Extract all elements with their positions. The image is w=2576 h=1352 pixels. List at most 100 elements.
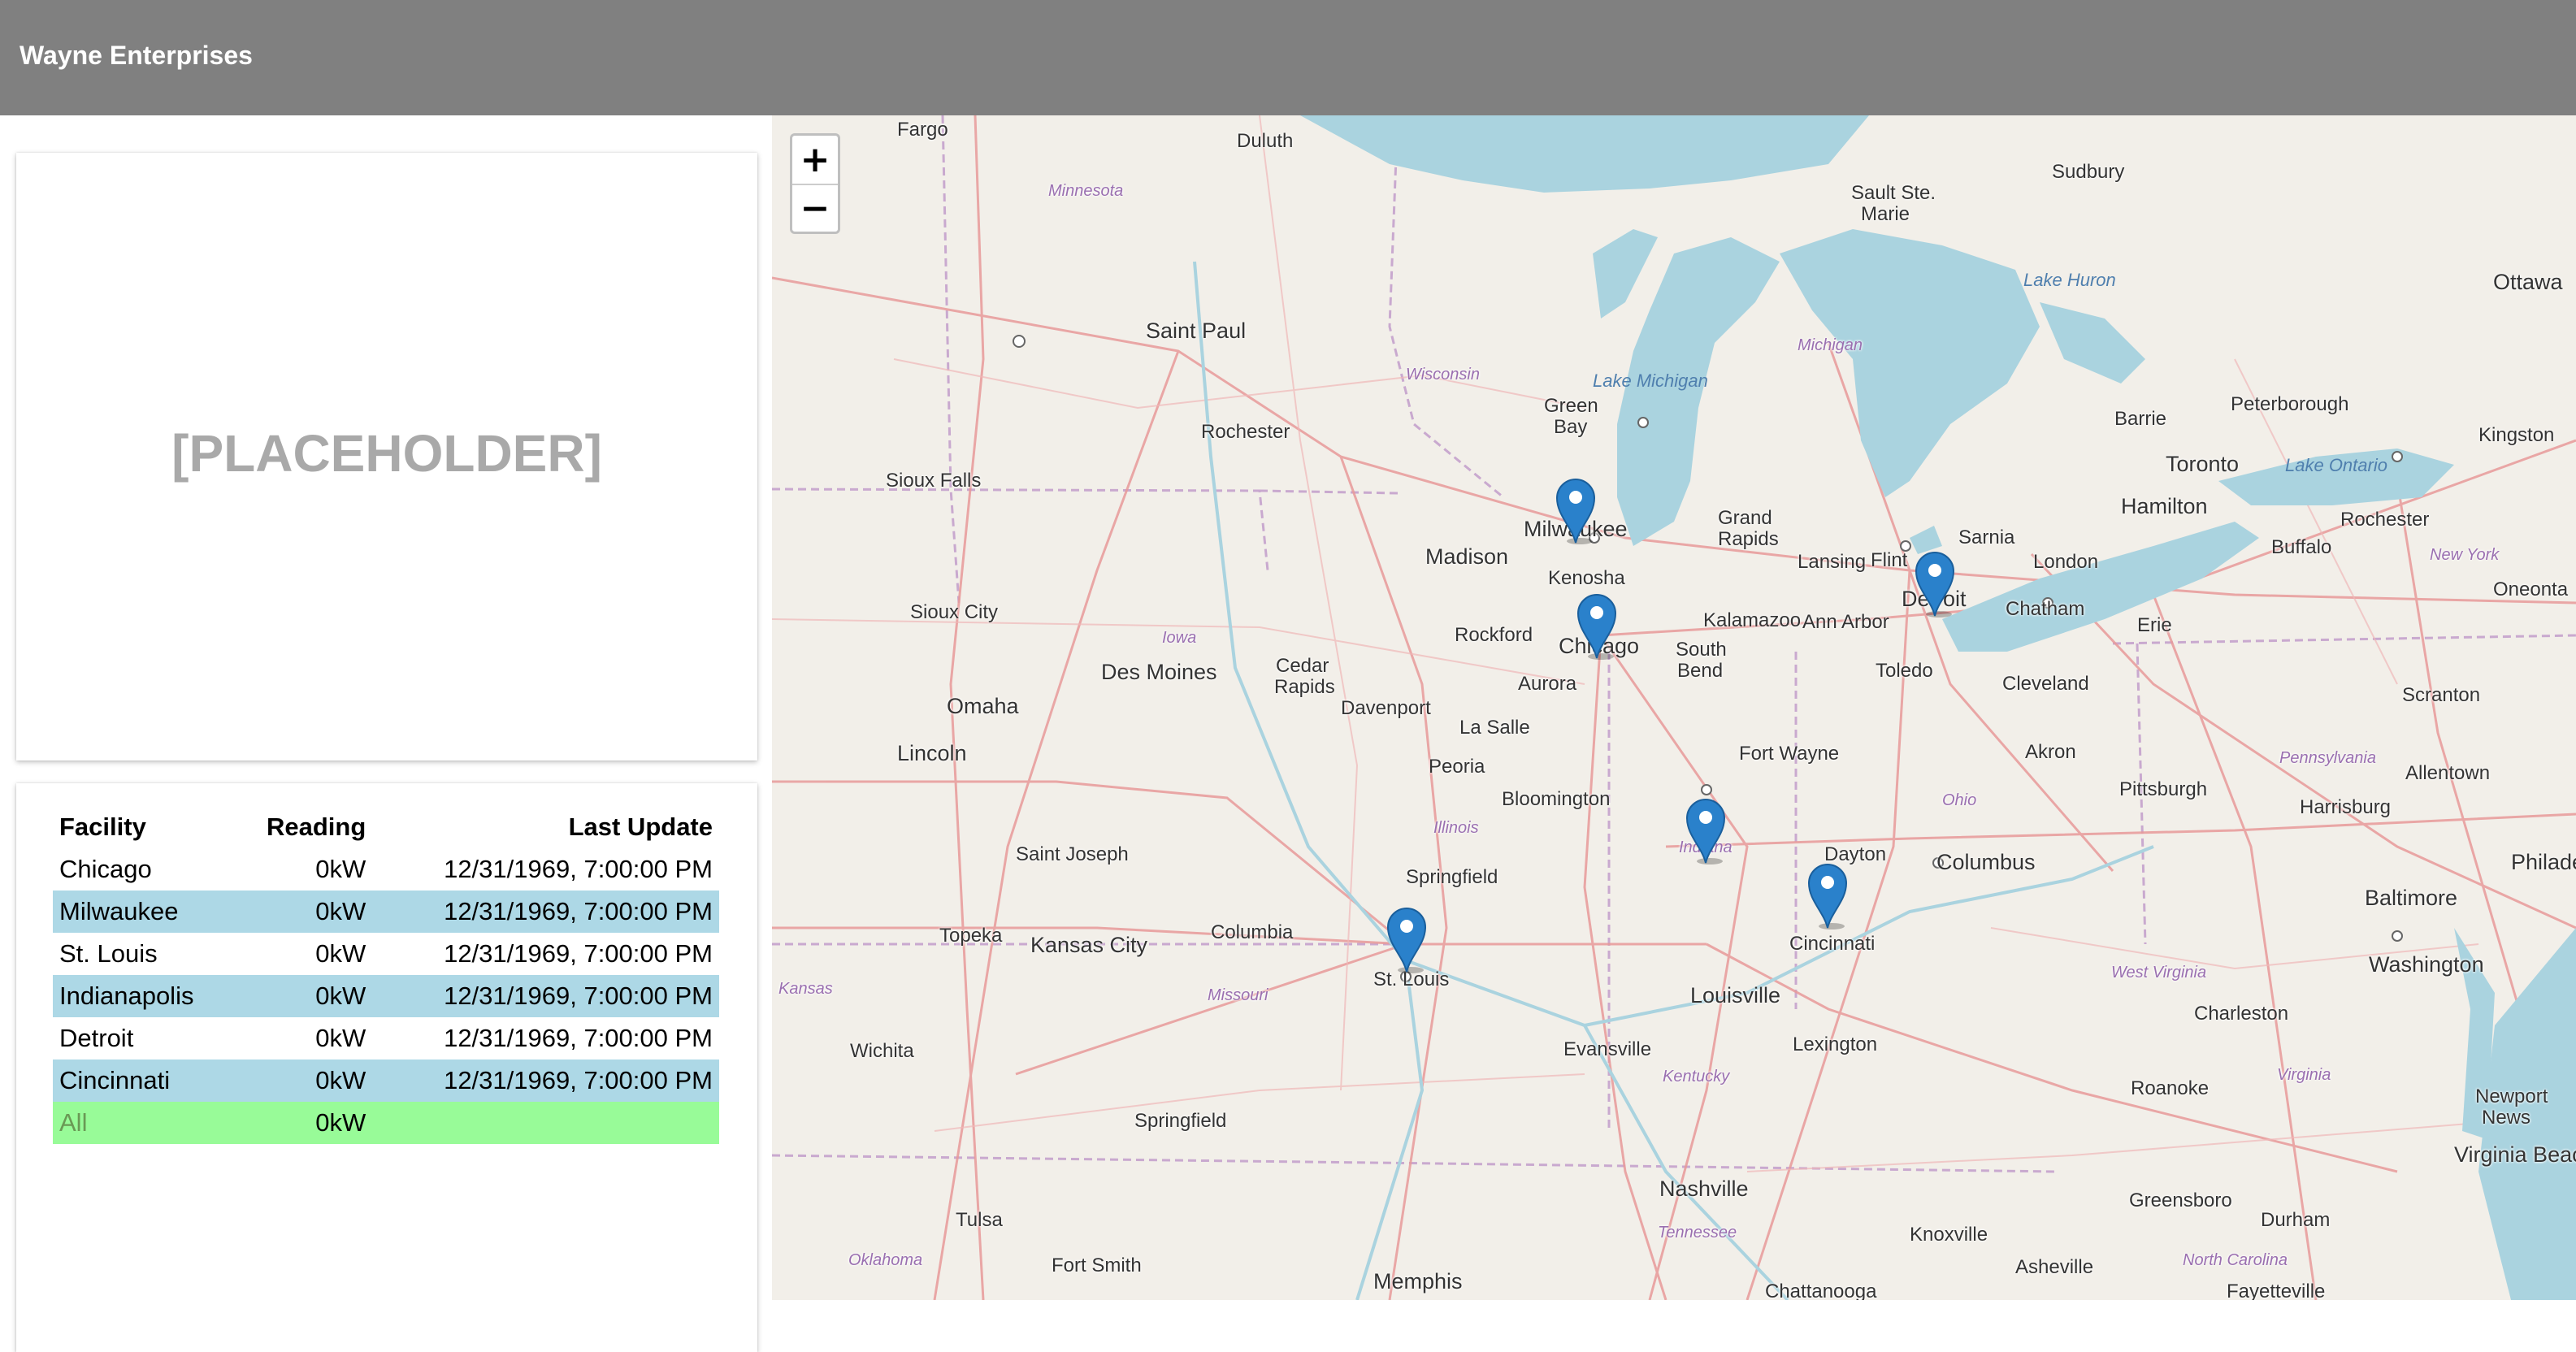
facility-last-update: 12/31/1969, 7:00:00 PM (444, 939, 713, 968)
map-marker-detroit[interactable] (1915, 551, 1955, 618)
placeholder-card: [PLACEHOLDER] (16, 153, 757, 760)
map-label: Oneonta (2493, 578, 2569, 600)
map-label: Harrisburg (2300, 796, 2392, 818)
table-row[interactable]: Milwaukee 0kW 12/31/1969, 7:00:00 PM (53, 890, 719, 933)
column-header-last-update: Last Update (568, 812, 713, 841)
map-label: Hamilton (2121, 494, 2208, 518)
map-label: Louisville (1690, 983, 1781, 1008)
facility-name: Milwaukee (53, 890, 235, 933)
facility-last-update: 12/31/1969, 7:00:00 PM (372, 1060, 719, 1102)
map-label: Sudbury (2052, 161, 2125, 183)
map-label: Kalamazoo (1703, 609, 1802, 631)
facility-last-update: 12/31/1969, 7:00:00 PM (444, 1024, 713, 1052)
map-label: Madison (1425, 544, 1509, 569)
total-reading: 0kW (234, 1102, 373, 1144)
zoom-control: + − (790, 133, 840, 234)
map-marker-milwaukee[interactable] (1555, 478, 1596, 544)
table-row[interactable]: Indianapolis 0kW 12/31/1969, 7:00:00 PM (53, 975, 719, 1017)
map-label: Ann Arbor (1802, 611, 1889, 633)
map-label: Illinois (1433, 819, 1479, 837)
map-label: Fargo (897, 119, 948, 141)
map-label: Michigan (1798, 336, 1863, 354)
map-label: Baltimore (2365, 886, 2458, 910)
facility-reading: 0kW (234, 890, 373, 933)
map-label: Buffalo (2271, 536, 2332, 558)
map-label: Chattanooga (1765, 1280, 1877, 1300)
table-row[interactable]: Detroit 0kW 12/31/1969, 7:00:00 PM (53, 1017, 719, 1060)
facility-name: Detroit (59, 1024, 134, 1052)
map-label: Charleston (2194, 1003, 2289, 1025)
map-label: Lincoln (897, 741, 967, 765)
table-row[interactable]: St. Louis 0kW 12/31/1969, 7:00:00 PM (53, 933, 719, 975)
facility-table-card: Facility Reading Last Update Chicago 0kW… (16, 783, 757, 1352)
map-label: Springfield (1134, 1110, 1227, 1132)
map-label: Toledo (1876, 660, 1933, 682)
table-row-total[interactable]: All 0kW (53, 1102, 719, 1144)
map-label: Des Moines (1101, 660, 1217, 684)
map-label: Omaha (947, 694, 1019, 718)
map-marker-st-louis[interactable] (1386, 907, 1427, 973)
facility-reading: 0kW (234, 975, 373, 1017)
map-marker-indianapolis[interactable] (1685, 798, 1726, 864)
map-label: Rapids (1718, 528, 1779, 550)
zoom-out-button[interactable]: − (792, 184, 838, 232)
facility-reading: 0kW (315, 855, 366, 883)
map-label: Iowa (1162, 629, 1197, 647)
map-label: Cleveland (2002, 673, 2089, 695)
map-view[interactable]: + − Fargo Duluth Minnesota Sault Ste. Ma… (772, 115, 2576, 1300)
map-label: Akron (2025, 741, 2076, 763)
map-label: Tennessee (1658, 1224, 1737, 1242)
map-label: Rochester (1201, 421, 1290, 443)
map-label: La Salle (1459, 717, 1530, 739)
map-label: Ohio (1942, 791, 1977, 809)
map-marker-chicago[interactable] (1576, 593, 1617, 660)
facility-last-update: 12/31/1969, 7:00:00 PM (444, 855, 713, 883)
map-label: Duluth (1237, 130, 1294, 152)
total-label: All (53, 1102, 235, 1144)
map-label: Asheville (2015, 1256, 2094, 1278)
map-label: Sarnia (1958, 526, 2015, 548)
map-label: Oklahoma (848, 1251, 923, 1269)
map-label: Newport (2475, 1086, 2548, 1107)
map-marker-cincinnati[interactable] (1807, 863, 1848, 930)
map-label: Ottawa (2493, 270, 2563, 294)
map-label: North Carolina (2183, 1251, 2288, 1269)
placeholder-text: [PLACEHOLDER] (171, 424, 602, 483)
map-label: Durham (2261, 1209, 2331, 1231)
map-label: Bend (1677, 660, 1724, 682)
map-label: Flint (1871, 549, 1908, 571)
map-label: Wisconsin (1406, 366, 1480, 384)
zoom-in-button[interactable]: + (792, 136, 838, 185)
app-header: Wayne Enterprises (0, 0, 2576, 115)
facility-name: Cincinnati (53, 1060, 235, 1102)
map-label: Scranton (2402, 684, 2481, 706)
map-label: Pennsylvania (2279, 749, 2376, 767)
map-label: Rapids (1274, 676, 1335, 698)
map-label: Bay (1554, 416, 1588, 438)
facility-reading: 0kW (315, 939, 366, 968)
map-label: Kansas City (1030, 933, 1148, 957)
facility-reading: 0kW (315, 1024, 366, 1052)
total-last-update (372, 1102, 719, 1144)
map-label: Chatham (2006, 598, 2085, 620)
map-label: Wichita (850, 1040, 914, 1062)
map-label: Erie (2137, 614, 2172, 636)
map-label: Peterborough (2231, 393, 2349, 415)
map-label: Allentown (2405, 762, 2491, 784)
map-label: Kingston (2478, 424, 2555, 446)
facility-table: Facility Reading Last Update Chicago 0kW… (53, 806, 719, 1144)
map-label: Saint Paul (1146, 318, 1247, 343)
map-label: Kentucky (1663, 1068, 1730, 1086)
facility-name: Indianapolis (53, 975, 235, 1017)
map-label: Rochester (2340, 509, 2430, 531)
map-label: Columbus (1936, 850, 2036, 874)
table-row[interactable]: Chicago 0kW 12/31/1969, 7:00:00 PM (53, 848, 719, 890)
map-label: Minnesota (1048, 182, 1124, 200)
table-row[interactable]: Cincinnati 0kW 12/31/1969, 7:00:00 PM (53, 1060, 719, 1102)
map-label: Tulsa (956, 1209, 1003, 1231)
map-tiles (772, 115, 2576, 1300)
map-label: Lake Huron (2023, 270, 2116, 290)
map-label: London (2033, 551, 2099, 573)
map-label: Lake Ontario (2285, 455, 2387, 475)
map-label: Lansing (1798, 551, 1867, 573)
